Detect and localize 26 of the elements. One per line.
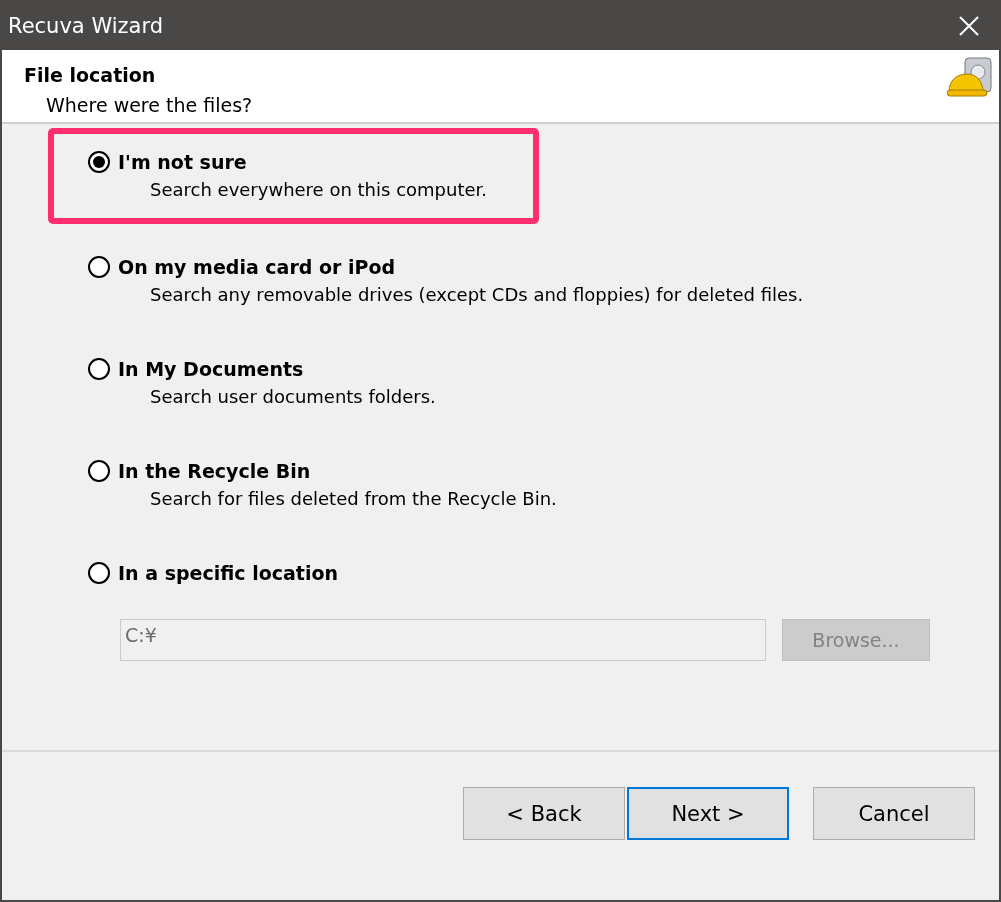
option-description: Search everywhere on this computer. bbox=[150, 179, 487, 200]
option-label: In a specific location bbox=[118, 562, 338, 584]
radio-button[interactable] bbox=[88, 151, 110, 173]
radio-button[interactable] bbox=[88, 562, 110, 584]
page-title: File location bbox=[24, 64, 157, 86]
radio-option[interactable]: In a specific location bbox=[88, 559, 338, 587]
close-icon bbox=[959, 16, 979, 36]
radio-option[interactable]: On my media card or iPod bbox=[88, 253, 804, 281]
radio-button[interactable] bbox=[88, 256, 110, 278]
option-description: Search user documents folders. bbox=[150, 386, 436, 407]
option-label: In My Documents bbox=[118, 358, 304, 380]
radio-option[interactable]: I'm not sure bbox=[88, 148, 487, 176]
option-label: In the Recycle Bin bbox=[118, 460, 311, 482]
radio-button[interactable] bbox=[88, 460, 110, 482]
radio-button[interactable] bbox=[88, 358, 110, 380]
wizard-button[interactable]: Cancel bbox=[813, 787, 975, 840]
option-description: Search for files deleted from the Recycle Bin. bbox=[150, 488, 557, 509]
wizard-button[interactable]: < Back bbox=[463, 787, 625, 840]
radio-option[interactable]: In the Recycle Bin bbox=[88, 457, 557, 485]
radio-option[interactable]: In My Documents bbox=[88, 355, 436, 383]
option-label: On my media card or iPod bbox=[118, 256, 396, 278]
option-label: I'm not sure bbox=[118, 151, 247, 173]
window-title: Recuva Wizard bbox=[8, 14, 164, 38]
wizard-button[interactable]: Next > bbox=[627, 787, 789, 840]
page-subtitle: Where were the files? bbox=[46, 94, 253, 116]
option-description: Search any removable drives (except CDs and floppies) for deleted files. bbox=[150, 284, 804, 305]
